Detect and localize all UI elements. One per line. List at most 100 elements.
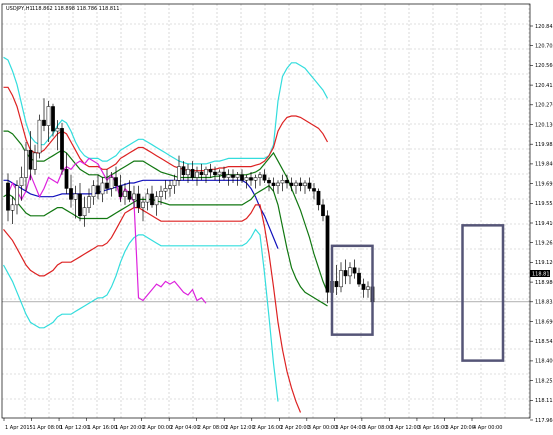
time-tick-label: 1 Apr 20:00	[115, 425, 144, 431]
candle-body	[46, 106, 51, 126]
candle-body	[271, 182, 276, 186]
candle-body	[253, 177, 258, 181]
candle-body	[55, 128, 60, 132]
price-tick-label: 118.835	[535, 300, 553, 306]
candle-body	[231, 174, 235, 178]
time-tick-label: 3 Apr 08:00	[363, 425, 392, 431]
time-tick-label: 3 Apr 12:00	[390, 425, 419, 431]
time-tick-label: 2 Apr 12:00	[225, 425, 254, 431]
price-tick-label: 118.690	[535, 319, 553, 325]
candle-body	[262, 174, 267, 181]
candle-body	[244, 177, 249, 181]
candle-body	[19, 177, 24, 186]
current-price-tag: 118.811	[530, 270, 553, 278]
candle-body	[60, 128, 64, 170]
time-tick-label: 1 Apr 16:00	[88, 425, 117, 431]
candle-body	[42, 119, 46, 126]
candle-body	[177, 166, 181, 181]
price-tick-label: 118.400	[535, 359, 553, 365]
candle-body	[366, 286, 370, 290]
candle-body	[37, 119, 42, 154]
candle-body	[33, 152, 37, 170]
price-tick-label: 120.845	[535, 24, 553, 30]
price-tick-label: 119.840	[535, 162, 553, 168]
ohlc-readout: 118.862 118.898 118.786 118.811	[32, 6, 119, 12]
candle-body	[204, 169, 208, 176]
candle-body	[249, 177, 253, 181]
candle-body	[64, 169, 69, 189]
price-tick-label: 119.410	[535, 221, 553, 227]
time-tick-label: 2 Apr 20:00	[280, 425, 309, 431]
candle-body	[118, 185, 123, 197]
candle-body	[163, 188, 168, 192]
candle-body	[325, 215, 330, 293]
candle-body	[15, 185, 19, 206]
time-tick-label: 2 Apr 04:00	[170, 425, 199, 431]
candle-body	[222, 171, 226, 178]
candle-body	[150, 193, 154, 206]
price-tick-label: 118.980	[535, 280, 553, 286]
time-tick-label: 1 Apr 2015	[5, 425, 33, 431]
time-tick-label: 2 Apr 16:00	[253, 425, 282, 431]
candle-body	[51, 106, 55, 132]
candle-body	[172, 180, 177, 186]
time-tick-label: 4 Apr 00:00	[473, 425, 502, 431]
candle-body	[141, 201, 145, 208]
time-tick-label: 1 Apr 08:00	[33, 425, 62, 431]
candle-body	[208, 169, 213, 173]
candle-body	[73, 193, 78, 200]
candle-body	[190, 169, 195, 178]
candle-body	[276, 182, 280, 186]
candle-body	[285, 180, 289, 184]
candle-body	[168, 185, 172, 189]
candle-body	[6, 182, 10, 211]
price-tag-text: 118.811	[532, 272, 553, 278]
candle-body	[96, 185, 100, 195]
price-tick-label: 118.115	[535, 398, 553, 404]
time-tick-label: 3 Apr 20:00	[445, 425, 474, 431]
symbol-label: USDJPY,H1	[6, 6, 33, 12]
price-tick-label: 118.545	[535, 339, 553, 345]
candle-body	[145, 193, 150, 203]
candle-body	[100, 182, 105, 195]
price-tick-label: 119.555	[535, 201, 553, 207]
candle-body	[87, 196, 91, 208]
candle-body	[303, 182, 307, 186]
candle-body	[298, 182, 303, 186]
candle-body	[267, 180, 271, 184]
candle-body	[334, 281, 339, 288]
price-tick-label: 118.255	[535, 378, 553, 384]
candle-body	[28, 149, 33, 170]
candle-body	[352, 267, 357, 274]
candle-body	[357, 272, 361, 285]
price-tick-label: 119.985	[535, 142, 553, 148]
candle-body	[195, 171, 199, 178]
price-tick-label: 120.130	[535, 122, 553, 128]
price-tick-label: 119.120	[535, 260, 553, 266]
candle-body	[307, 182, 312, 189]
time-tick-label: 3 Apr 04:00	[335, 425, 364, 431]
candle-body	[213, 171, 217, 176]
time-tick-label: 2 Apr 08:00	[198, 425, 227, 431]
chart-header: USDJPY,H1 118.862 118.898 118.786 118.81…	[6, 6, 119, 12]
candle-body	[109, 177, 114, 189]
candle-body	[181, 166, 186, 176]
candle-body	[127, 190, 132, 200]
candle-body	[294, 182, 298, 186]
chart-background	[0, 0, 553, 435]
candle-body	[312, 188, 316, 192]
candle-body	[69, 188, 73, 200]
time-tick-label: 3 Apr 00:00	[308, 425, 337, 431]
candle-body	[105, 182, 109, 189]
candle-body	[82, 207, 87, 217]
candle-body	[348, 267, 352, 277]
candle-body	[321, 204, 325, 217]
candle-body	[10, 204, 15, 211]
price-tick-label: 117.960	[535, 418, 553, 424]
price-tick-label: 120.270	[535, 103, 553, 109]
candle-body	[289, 182, 294, 186]
candle-body	[280, 180, 285, 184]
price-tick-label: 119.695	[535, 181, 553, 187]
candle-body	[136, 193, 141, 208]
candle-body	[78, 193, 82, 217]
